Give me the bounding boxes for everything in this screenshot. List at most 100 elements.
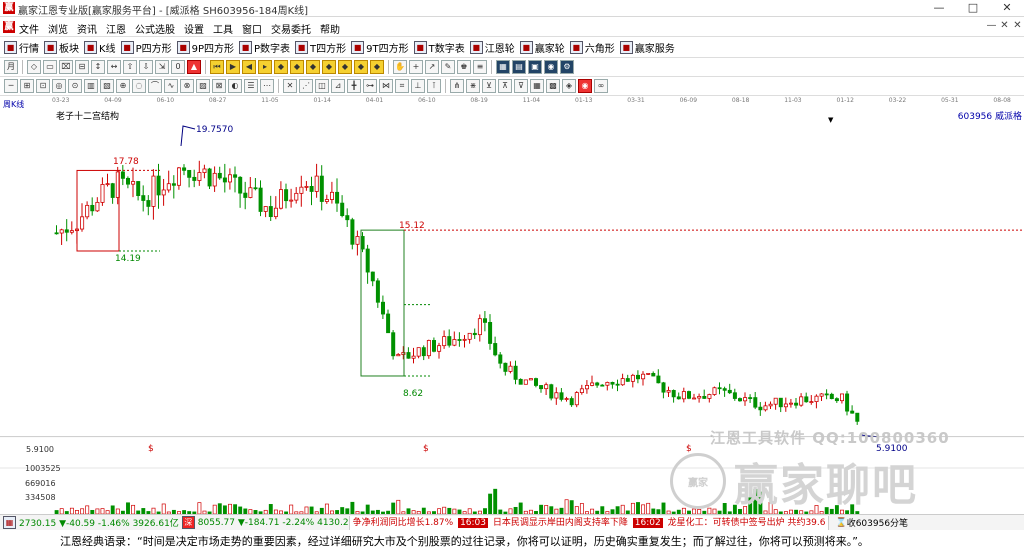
diamond-icon[interactable]: ◆: [306, 60, 320, 74]
toolbar-button[interactable]: ■ 六角形: [569, 40, 615, 55]
nand-icon[interactable]: ⊼: [498, 79, 512, 93]
toolbar-button[interactable]: ■ 9T四方形: [351, 40, 409, 55]
menu-item[interactable]: 交易委托: [271, 21, 311, 36]
menu-item[interactable]: 文件: [19, 21, 39, 36]
split-icon[interactable]: ◫: [315, 79, 329, 93]
grid-icon[interactable]: ▦: [3, 516, 16, 529]
sz-index[interactable]: 8055.77 ▼-184.71 -2.24% 4130.2: [198, 518, 349, 528]
line-icon[interactable]: ─: [4, 79, 18, 93]
tri-icon[interactable]: ⊿: [331, 79, 345, 93]
news-ticker[interactable]: 争净利润同比增长1.87% 16:03 日本民调显示岸田内阁支持率下降 16:0…: [348, 515, 830, 530]
ring-icon[interactable]: ⊙: [68, 79, 82, 93]
next-icon[interactable]: ▸: [258, 60, 272, 74]
grid-icon[interactable]: ▦: [496, 60, 510, 74]
toolbar-button[interactable]: ■ T四方形: [295, 40, 346, 55]
close-button[interactable]: ✕: [990, 0, 1024, 17]
maximize-button[interactable]: □: [956, 0, 990, 17]
toolbar-button[interactable]: ■ K线: [84, 40, 116, 55]
plus-icon[interactable]: ⊕: [116, 79, 130, 93]
perp-icon[interactable]: ⊥: [411, 79, 425, 93]
fork-icon[interactable]: ⋔: [450, 79, 464, 93]
diamond-icon[interactable]: ◆: [290, 60, 304, 74]
down-icon[interactable]: ⇩: [139, 60, 153, 74]
cross-icon[interactable]: ⊗: [180, 79, 194, 93]
table-icon[interactable]: ▤: [512, 60, 526, 74]
mdi-close2-button[interactable]: ✕: [1011, 20, 1024, 31]
block-icon[interactable]: ▣: [528, 60, 542, 74]
diam-icon[interactable]: ◈: [562, 79, 576, 93]
vertical-icon[interactable]: ↕: [91, 60, 105, 74]
news-item[interactable]: 日本民调显示岸田内阁支持率下降: [493, 518, 628, 528]
toolbar-button[interactable]: ■ P数字表: [239, 40, 290, 55]
diamond-icon[interactable]: ◆: [322, 60, 336, 74]
toolbar-button[interactable]: ■ 行情: [4, 40, 39, 55]
toolbar-button[interactable]: ■ 9P四方形: [176, 40, 234, 55]
t-icon[interactable]: ⊺: [427, 79, 441, 93]
gear-icon[interactable]: ⚙: [560, 60, 574, 74]
bow-icon[interactable]: ⋈: [379, 79, 393, 93]
zero-icon[interactable]: 0: [171, 60, 185, 74]
news-item[interactable]: 龙星化工：可转债中签号出炉 共约39.6: [668, 518, 826, 528]
resize-icon[interactable]: ⇲: [155, 60, 169, 74]
sh-index[interactable]: 2730.15 ▼-40.59 -1.46% 3926.61亿: [19, 516, 179, 529]
more-icon[interactable]: ⋯: [260, 79, 274, 93]
link-icon[interactable]: ⊶: [363, 79, 377, 93]
axis-icon[interactable]: ╋: [347, 79, 361, 93]
menu-item[interactable]: 设置: [184, 21, 204, 36]
toolbar-button[interactable]: ■ T数字表: [413, 40, 465, 55]
toolbar-button[interactable]: ■ P四方形: [120, 40, 172, 55]
menu-item[interactable]: 江恩: [106, 21, 126, 36]
menu-item[interactable]: 帮助: [320, 21, 340, 36]
v-icon[interactable]: ⊻: [482, 79, 496, 93]
hash-icon[interactable]: ⌗: [395, 79, 409, 93]
diamond-icon[interactable]: ◆: [354, 60, 368, 74]
menu-item[interactable]: 工具: [213, 21, 233, 36]
star-icon[interactable]: ⋇: [466, 79, 480, 93]
fan-icon[interactable]: ⋰: [299, 79, 313, 93]
diamond-icon[interactable]: ◆: [338, 60, 352, 74]
grid2-icon[interactable]: ▦: [530, 79, 544, 93]
play-icon[interactable]: ▶: [226, 60, 240, 74]
nor-icon[interactable]: ⊽: [514, 79, 528, 93]
toolbar-button[interactable]: ■ 板块: [44, 40, 79, 55]
wave-icon[interactable]: ∿: [164, 79, 178, 93]
draw-icon[interactable]: ◇: [27, 60, 41, 74]
list-icon[interactable]: ≡: [473, 60, 487, 74]
menu-item[interactable]: 资讯: [77, 21, 97, 36]
rect-icon[interactable]: ▭: [43, 60, 57, 74]
mark-icon[interactable]: ▲: [187, 60, 201, 74]
first-icon[interactable]: ⏮: [210, 60, 224, 74]
target-icon[interactable]: ◉: [544, 60, 558, 74]
toolbar-button[interactable]: ■ 赢家轮: [519, 40, 565, 55]
menu-item[interactable]: 窗口: [242, 21, 262, 36]
xbox-icon[interactable]: ⊠: [212, 79, 226, 93]
status-right[interactable]: 收603956分笔: [847, 516, 908, 529]
horizontal-icon[interactable]: ↔: [107, 60, 121, 74]
red-dot-icon[interactable]: ◉: [578, 79, 592, 93]
arrow-icon[interactable]: ↗: [425, 60, 439, 74]
sz-icon[interactable]: 深: [181, 516, 195, 529]
prev-icon[interactable]: ◀: [242, 60, 256, 74]
fill2-icon[interactable]: ▩: [546, 79, 560, 93]
grid-icon[interactable]: ⊞: [20, 79, 34, 93]
fill-icon[interactable]: ▨: [196, 79, 210, 93]
dots-icon[interactable]: ◌: [132, 79, 146, 93]
period-icon[interactable]: 月: [4, 60, 18, 74]
hatch-icon[interactable]: ▧: [100, 79, 114, 93]
bars-icon[interactable]: ▥: [84, 79, 98, 93]
circle-icon[interactable]: ◎: [52, 79, 66, 93]
box-icon[interactable]: ⊡: [36, 79, 50, 93]
piece-icon[interactable]: ♚: [457, 60, 471, 74]
toolbar-button[interactable]: ■ 江恩轮: [469, 40, 515, 55]
minimize-button[interactable]: —: [922, 0, 956, 17]
menu-item[interactable]: 浏览: [48, 21, 68, 36]
diamond-icon[interactable]: ◆: [274, 60, 288, 74]
mdi-minimize-button[interactable]: —: [985, 20, 998, 31]
hand-icon[interactable]: ✋: [393, 60, 407, 74]
menu-icon[interactable]: ☰: [244, 79, 258, 93]
erase-icon[interactable]: ⌧: [59, 60, 73, 74]
close-icon[interactable]: ✕: [283, 79, 297, 93]
cross-icon[interactable]: +: [409, 60, 423, 74]
up-icon[interactable]: ⇧: [123, 60, 137, 74]
half-icon[interactable]: ◐: [228, 79, 242, 93]
